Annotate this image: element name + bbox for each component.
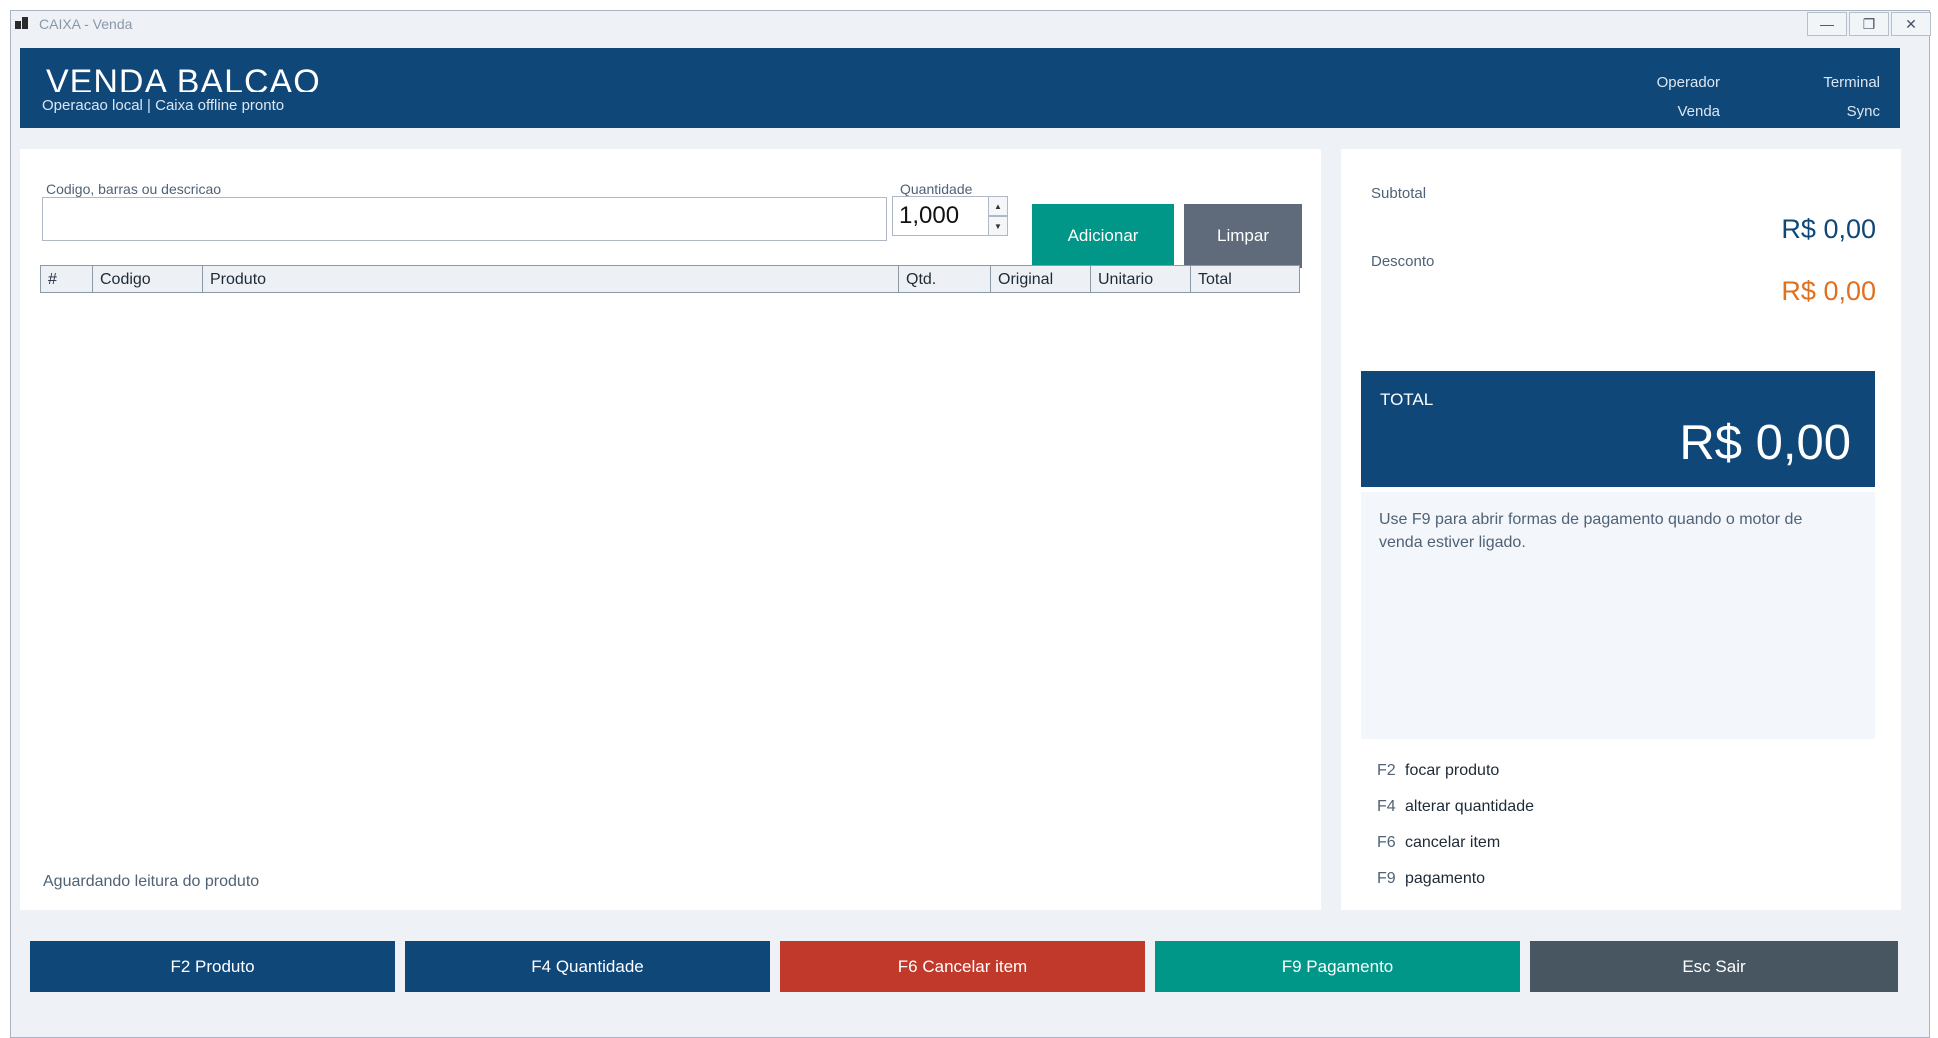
column-header[interactable]: #	[41, 266, 93, 292]
column-header[interactable]: Unitario	[1091, 266, 1191, 292]
exit-button[interactable]: Esc Sair	[1530, 941, 1898, 992]
clear-button[interactable]: Limpar	[1184, 204, 1302, 268]
restore-icon: ❐	[1862, 15, 1876, 32]
quantity-label: Quantidade	[900, 181, 973, 197]
add-button[interactable]: Adicionar	[1032, 204, 1174, 268]
subtotal-label: Subtotal	[1371, 185, 1427, 202]
page-subtitle: Operacao local | Caixa offline pronto	[42, 97, 285, 114]
spin-down-icon[interactable]: ▼	[988, 216, 1008, 236]
total-box: TOTAL R$ 0,00	[1361, 371, 1875, 487]
shortcut-key: F2	[1377, 762, 1396, 779]
exit-button-label: Esc Sair	[1682, 956, 1746, 976]
shortcut-label: alterar quantidade	[1405, 798, 1534, 815]
sync-label: Sync	[1846, 103, 1880, 120]
shortcut-item: F2 focar produto	[1377, 762, 1499, 780]
minimize-icon: —	[1820, 16, 1834, 32]
page-title: VENDA BALCAO	[46, 63, 321, 92]
column-header[interactable]: Total	[1191, 266, 1299, 292]
column-header[interactable]: Produto	[203, 266, 899, 292]
column-header[interactable]: Codigo	[93, 266, 203, 292]
shortcut-item: F4 alterar quantidade	[1377, 798, 1534, 816]
column-header[interactable]: Qtd.	[899, 266, 991, 292]
table-header: # Codigo Produto Qtd. Original Unitario …	[40, 265, 1300, 293]
discount-label: Desconto	[1371, 253, 1435, 270]
shortcut-label: cancelar item	[1405, 834, 1501, 851]
payment-button[interactable]: F9 Pagamento	[1155, 941, 1520, 992]
shortcut-item: F9 pagamento	[1377, 870, 1485, 888]
cancel-item-button-label: F6 Cancelar item	[897, 956, 1028, 976]
shortcut-label: focar produto	[1405, 762, 1500, 779]
total-value: R$ 0,00	[1679, 416, 1851, 470]
operator-label: Operador	[1656, 74, 1720, 91]
cancel-item-button[interactable]: F6 Cancelar item	[780, 941, 1145, 992]
subtotal-value: R$ 0,00	[1781, 214, 1876, 244]
items-table-body[interactable]	[40, 293, 1300, 853]
product-button-label: F2 Produto	[170, 956, 255, 976]
sale-label: Venda	[1677, 103, 1720, 120]
add-button-label: Adicionar	[1067, 226, 1139, 245]
minimize-button[interactable]: —	[1807, 12, 1847, 36]
spin-up-icon[interactable]: ▲	[988, 196, 1008, 216]
clear-button-label: Limpar	[1217, 226, 1269, 245]
column-header[interactable]: Original	[991, 266, 1091, 292]
search-input[interactable]	[42, 197, 887, 241]
quantity-spinner: ▲ ▼	[988, 196, 1008, 236]
status-text: Aguardando leitura do produto	[43, 873, 260, 890]
window-title: CAIXA - Venda	[39, 16, 133, 32]
quantity-button[interactable]: F4 Quantidade	[405, 941, 770, 992]
shortcut-key: F6	[1377, 834, 1396, 851]
app-icon	[15, 17, 28, 29]
search-label: Codigo, barras ou descricao	[46, 181, 222, 197]
shortcut-item: F6 cancelar item	[1377, 834, 1500, 852]
page-header: VENDA BALCAO Operacao local | Caixa offl…	[20, 48, 1900, 128]
payment-note-text: Use F9 para abrir formas de pagamento qu…	[1379, 511, 1803, 551]
close-icon: ✕	[1905, 15, 1917, 32]
payment-button-label: F9 Pagamento	[1281, 956, 1394, 976]
quantity-button-label: F4 Quantidade	[531, 956, 644, 976]
total-label: TOTAL	[1380, 390, 1434, 409]
payment-note: Use F9 para abrir formas de pagamento qu…	[1361, 492, 1875, 739]
shortcut-label: pagamento	[1405, 870, 1486, 887]
discount-value: R$ 0,00	[1781, 276, 1876, 306]
product-button[interactable]: F2 Produto	[30, 941, 395, 992]
shortcut-key: F9	[1377, 870, 1396, 887]
restore-button[interactable]: ❐	[1849, 12, 1889, 36]
title-bar: CAIXA - Venda — ❐ ✕	[11, 11, 1931, 37]
close-button[interactable]: ✕	[1891, 12, 1931, 36]
terminal-label: Terminal	[1823, 74, 1880, 91]
shortcut-key: F4	[1377, 798, 1396, 815]
